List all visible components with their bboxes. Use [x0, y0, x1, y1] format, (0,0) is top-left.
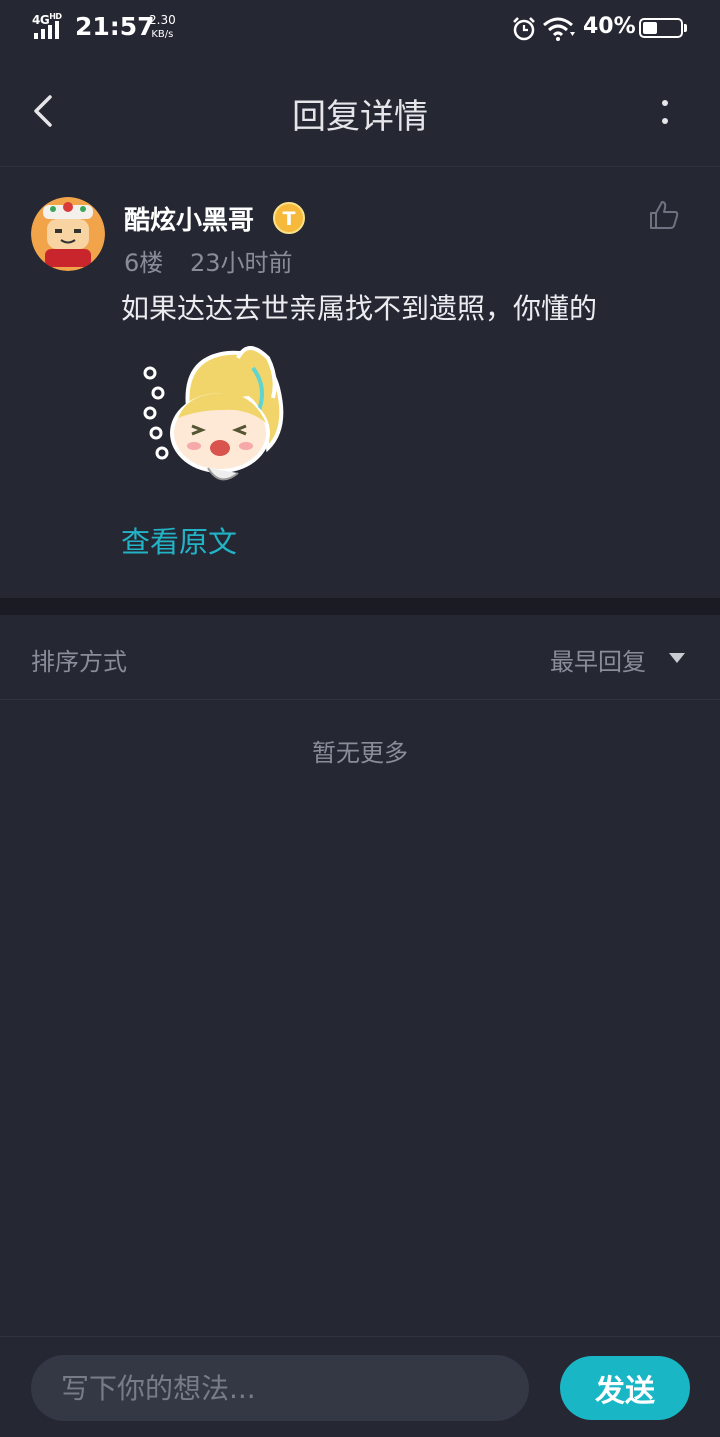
- thumbs-up-icon[interactable]: [648, 199, 680, 231]
- app-header: 回复详情: [0, 56, 720, 167]
- floor-number: 6楼: [124, 249, 164, 277]
- network-speed: 2.30 KB/s: [149, 13, 176, 41]
- status-bar: 4GHD 21:57 2.30 KB/s 40%: [0, 0, 720, 56]
- empty-state-text: 暂无更多: [312, 739, 408, 767]
- more-vertical-icon[interactable]: [650, 94, 680, 130]
- sort-label: 排序方式: [31, 648, 127, 676]
- post-time: 23小时前: [190, 249, 293, 277]
- sort-dropdown[interactable]: 最早回复: [550, 642, 646, 677]
- section-divider: [0, 598, 720, 615]
- level-badge-icon: T: [273, 202, 305, 234]
- post-content: 如果达达去世亲属找不到遗照，你懂的: [121, 292, 598, 325]
- caret-down-icon[interactable]: [669, 653, 685, 663]
- avatar-image: [31, 197, 105, 271]
- battery-percent: 40%: [583, 14, 636, 39]
- comment-input[interactable]: [31, 1355, 529, 1421]
- comment-composer: 发送: [0, 1336, 720, 1437]
- battery-icon: [639, 18, 687, 38]
- svg-text:T: T: [283, 208, 296, 230]
- avatar[interactable]: [31, 197, 105, 271]
- alarm-icon: [513, 17, 535, 41]
- reply-post: 酷炫小黑哥 T 6楼 23小时前 如果达达去世亲属找不到遗照，你懂的 查看原文: [0, 167, 720, 598]
- sticker-image: [143, 346, 284, 481]
- clock: 21:57: [75, 12, 155, 41]
- battery-level: [643, 22, 657, 34]
- send-button[interactable]: 发送: [560, 1356, 690, 1420]
- wifi-icon: [543, 17, 575, 41]
- view-original-link[interactable]: 查看原文: [121, 519, 237, 561]
- sort-bar: 排序方式 最早回复: [0, 615, 720, 700]
- page-title: 回复详情: [292, 97, 428, 137]
- username[interactable]: 酷炫小黑哥: [124, 200, 254, 237]
- network-type: 4GHD: [32, 12, 62, 27]
